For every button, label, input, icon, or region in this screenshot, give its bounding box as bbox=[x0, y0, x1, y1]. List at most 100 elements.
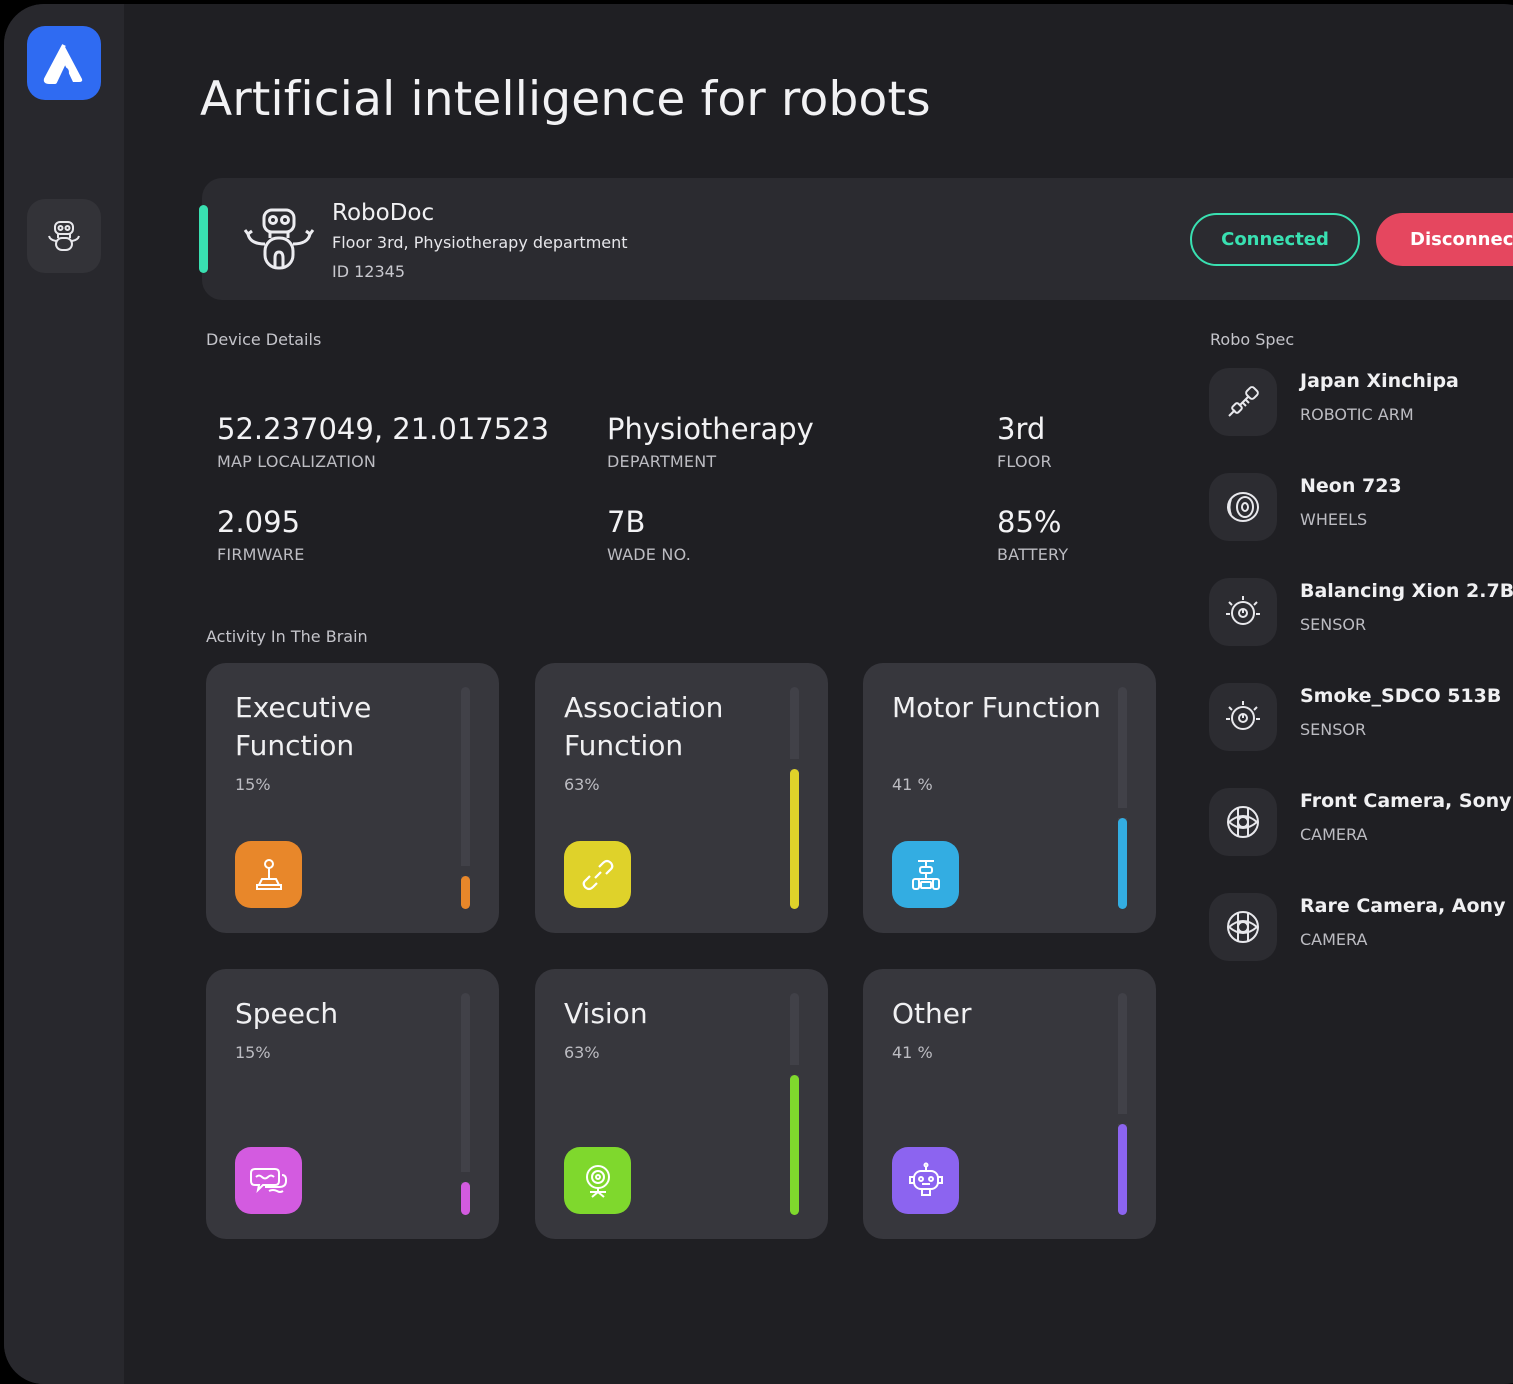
level-fill bbox=[1118, 1124, 1127, 1215]
brain-card-vision[interactable]: Vision 63% bbox=[535, 969, 828, 1239]
detail-label: FIRMWARE bbox=[217, 545, 305, 564]
nav-robot-button[interactable] bbox=[27, 199, 101, 273]
detail-floor: 3rd FLOOR bbox=[997, 412, 1052, 471]
detail-wade-no: 7B WADE NO. bbox=[607, 505, 691, 564]
brain-card-percent: 15% bbox=[235, 1043, 271, 1062]
app-logo[interactable] bbox=[27, 26, 101, 100]
sensor-icon bbox=[1226, 701, 1260, 730]
brain-card-percent: 15% bbox=[235, 775, 271, 794]
level-gap bbox=[461, 866, 470, 876]
robot-wheels-icon bbox=[911, 859, 940, 890]
speech-bubbles-icon bbox=[249, 1167, 287, 1193]
brain-card-percent: 63% bbox=[564, 775, 600, 794]
detail-value: 3rd bbox=[997, 412, 1046, 446]
brain-card-speech[interactable]: Speech 15% bbox=[206, 969, 499, 1239]
brain-card-icon-tile bbox=[564, 1147, 631, 1214]
spec-name: Neon 723 bbox=[1300, 475, 1402, 497]
spec-type: CAMERA bbox=[1300, 930, 1368, 949]
robot-icon bbox=[48, 221, 80, 251]
detail-label: WADE NO. bbox=[607, 545, 692, 564]
joystick-icon bbox=[255, 858, 282, 890]
detail-map-localization: 52.237049, 21.017523 MAP LOCALIZATION bbox=[217, 412, 549, 471]
detail-value: Physiotherapy bbox=[607, 412, 814, 446]
spec-name: Rare Camera, Aony 98 bbox=[1300, 895, 1513, 917]
brain-card-title: Other bbox=[892, 997, 972, 1030]
detail-label: BATTERY bbox=[997, 545, 1069, 564]
connected-button[interactable]: Connected bbox=[1190, 213, 1360, 266]
level-gap bbox=[1118, 808, 1127, 818]
connection-status-indicator bbox=[199, 205, 208, 273]
wheel-icon bbox=[1227, 492, 1259, 522]
robo-spec-heading: Robo Spec bbox=[1210, 330, 1295, 349]
app-logo-a-icon bbox=[43, 44, 83, 84]
brain-card-title: Speech bbox=[235, 997, 339, 1030]
detail-value: 7B bbox=[607, 505, 646, 539]
spec-icon-tile bbox=[1209, 683, 1277, 751]
detail-value: 52.237049, 21.017523 bbox=[217, 412, 550, 446]
robot-id: ID 12345 bbox=[332, 262, 406, 281]
brain-card-title: Vision bbox=[564, 997, 648, 1030]
level-fill bbox=[790, 769, 799, 909]
detail-value: 2.095 bbox=[217, 505, 301, 539]
brain-card-icon-tile bbox=[564, 841, 631, 908]
spec-icon-tile bbox=[1209, 473, 1277, 541]
spec-type: SENSOR bbox=[1300, 720, 1367, 739]
level-fill bbox=[461, 1182, 470, 1215]
camera-lens-icon bbox=[1227, 911, 1259, 943]
spec-item-robotic-arm[interactable]: Japan Xinchipa ROBOTIC ARM bbox=[1209, 368, 1513, 436]
disconnect-button[interactable]: Disconnect bbox=[1376, 213, 1513, 266]
level-fill bbox=[461, 876, 470, 909]
detail-battery: 85% BATTERY bbox=[997, 505, 1068, 564]
spec-name: Smoke_SDCO 513B bbox=[1300, 685, 1502, 707]
spec-name: Balancing Xion 2.7B bbox=[1300, 580, 1513, 602]
brain-card-executive-function[interactable]: Executive Function 15% bbox=[206, 663, 499, 933]
spec-icon-tile bbox=[1209, 788, 1277, 856]
sensor-icon bbox=[1226, 596, 1260, 625]
brain-card-title: Association Function bbox=[564, 691, 724, 762]
spec-item-balancing-sensor[interactable]: Balancing Xion 2.7B SENSOR bbox=[1209, 578, 1513, 646]
detail-value: 85% bbox=[997, 505, 1062, 539]
spec-icon-tile bbox=[1209, 893, 1277, 961]
spec-name: Front Camera, Sony 24 bbox=[1300, 790, 1513, 812]
brain-card-icon-tile bbox=[892, 1147, 959, 1214]
robot-name: RoboDoc bbox=[332, 200, 435, 226]
spec-type: SENSOR bbox=[1300, 615, 1367, 634]
brain-card-percent: 41 % bbox=[892, 1043, 933, 1062]
level-gap bbox=[790, 1065, 799, 1075]
brain-card-percent: 63% bbox=[564, 1043, 600, 1062]
device-details-heading: Device Details bbox=[206, 330, 322, 349]
detail-firmware: 2.095 FIRMWARE bbox=[217, 505, 305, 564]
robot-location: Floor 3rd, Physiotherapy department bbox=[332, 233, 628, 252]
robotic-arm-icon bbox=[1228, 386, 1259, 417]
brain-card-association-function[interactable]: Association Function 63% bbox=[535, 663, 828, 933]
spec-item-rear-camera[interactable]: Rare Camera, Aony 98 CAMERA bbox=[1209, 893, 1513, 961]
level-gap bbox=[790, 759, 799, 769]
detail-department: Physiotherapy DEPARTMENT bbox=[607, 412, 814, 471]
spec-name: Japan Xinchipa bbox=[1300, 370, 1459, 392]
spec-type: ROBOTIC ARM bbox=[1300, 405, 1414, 424]
robot-avatar-icon bbox=[243, 208, 315, 270]
side-rail bbox=[4, 4, 124, 1384]
page-title: Artificial intelligence for robots bbox=[200, 72, 931, 127]
spec-icon-tile bbox=[1209, 368, 1277, 436]
app-frame: Artificial intelligence for robots RoboD… bbox=[4, 4, 1513, 1384]
level-gap bbox=[1118, 1114, 1127, 1124]
camera-lens-icon bbox=[1227, 806, 1259, 838]
spec-item-wheels[interactable]: Neon 723 WHEELS bbox=[1209, 473, 1513, 541]
camera-eye-icon bbox=[585, 1164, 610, 1198]
brain-card-other[interactable]: Other 41 % bbox=[863, 969, 1156, 1239]
detail-label: FLOOR bbox=[997, 452, 1052, 471]
brain-card-icon-tile bbox=[892, 841, 959, 908]
detail-label: MAP LOCALIZATION bbox=[217, 452, 377, 471]
brain-card-title: Motor Function bbox=[892, 691, 1101, 724]
spec-item-front-camera[interactable]: Front Camera, Sony 24 CAMERA bbox=[1209, 788, 1513, 856]
spec-type: WHEELS bbox=[1300, 510, 1368, 529]
brain-activity-heading: Activity In The Brain bbox=[206, 627, 368, 646]
robot-head-icon bbox=[908, 1162, 943, 1196]
brain-card-icon-tile bbox=[235, 841, 302, 908]
spec-item-smoke-sensor[interactable]: Smoke_SDCO 513B SENSOR bbox=[1209, 683, 1513, 751]
level-gap bbox=[461, 1172, 470, 1182]
detail-label: DEPARTMENT bbox=[607, 452, 717, 471]
level-fill bbox=[790, 1075, 799, 1215]
brain-card-motor-function[interactable]: Motor Function 41 % bbox=[863, 663, 1156, 933]
